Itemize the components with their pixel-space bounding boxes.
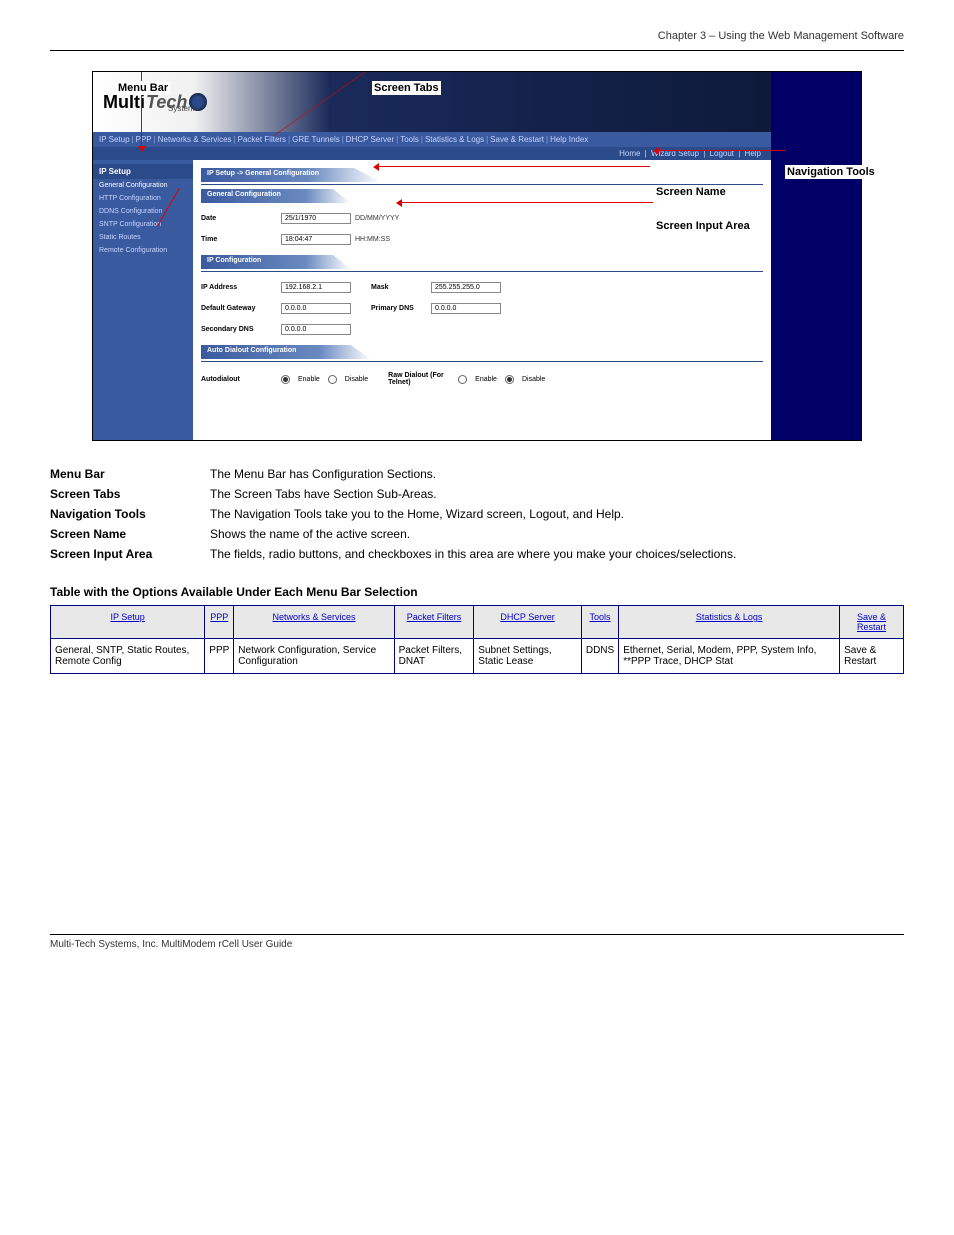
nav-item[interactable]: Statistics & Logs (425, 135, 484, 144)
overlay-screentabs: Screen Tabs (372, 81, 441, 95)
caption-label: Screen Input Area (50, 547, 210, 561)
table-cell: DDNS (581, 639, 618, 674)
caption-text: The Screen Tabs have Section Sub-Areas. (210, 487, 904, 501)
caption-label: Menu Bar (50, 467, 210, 481)
caption-text: The fields, radio buttons, and checkboxe… (210, 547, 904, 561)
section-header-general: General Configuration (201, 189, 351, 203)
overlay-screenname: Screen Name (654, 185, 728, 199)
sidebar-item[interactable]: DDNS Configuration (93, 205, 193, 218)
date-input[interactable] (281, 213, 351, 224)
table-header: Packet Filters (394, 606, 474, 639)
nav-item[interactable]: Save & Restart (490, 135, 544, 144)
screenshot-panel: Multi Tech Systems IP Setup| PPP| Networ… (92, 71, 862, 441)
auto-disable-radio[interactable] (328, 375, 337, 384)
enable-text2: Enable (475, 376, 497, 383)
time-label: Time (201, 236, 281, 243)
overlay-navtools: Navigation Tools (785, 165, 877, 179)
right-panel (771, 72, 861, 440)
footer-text: Multi-Tech Systems, Inc. MultiModem rCel… (50, 939, 904, 950)
caption-label: Navigation Tools (50, 507, 210, 521)
raw-disable-radio[interactable] (505, 375, 514, 384)
sidebar-header: IP Setup (93, 164, 193, 179)
table-cell: General, SNTP, Static Routes, Remote Con… (51, 639, 205, 674)
nav-item[interactable]: GRE Tunnels (292, 135, 340, 144)
table-cell: PPP (205, 639, 234, 674)
sdns-input[interactable] (281, 324, 351, 335)
mask-input[interactable] (431, 282, 501, 293)
ip-label: IP Address (201, 284, 281, 291)
nav-item[interactable]: Packet Filters (238, 135, 286, 144)
pdns-label: Primary DNS (371, 305, 431, 312)
nav-item[interactable]: DHCP Server (346, 135, 394, 144)
subnav-home[interactable]: Home (619, 149, 640, 158)
arrow-icon (655, 150, 785, 151)
nav-item[interactable]: IP Setup (99, 135, 130, 144)
screen-tabs-sidebar: IP Setup General Configuration HTTP Conf… (93, 160, 193, 440)
enable-text: Enable (298, 376, 320, 383)
pdns-input[interactable] (431, 303, 501, 314)
table-header: PPP (205, 606, 234, 639)
caption-label: Screen Tabs (50, 487, 210, 501)
arrow-icon (398, 202, 653, 203)
nav-item[interactable]: Help Index (550, 135, 588, 144)
table-header: Tools (581, 606, 618, 639)
nav-item[interactable]: Tools (400, 135, 419, 144)
caption-text: The Menu Bar has Configuration Sections. (210, 467, 904, 481)
ip-input[interactable] (281, 282, 351, 293)
navigation-tools: Home | Wizard Setup | Logout | Help (93, 147, 771, 160)
arrow-icon (375, 166, 650, 167)
table-cell: Ethernet, Serial, Modem, PPP, System Inf… (619, 639, 840, 674)
auto-label: Autodialout (201, 376, 281, 383)
overlay-inputarea: Screen Input Area (654, 219, 752, 233)
table-cell: Network Configuration, Service Configura… (234, 639, 394, 674)
overlay-menubar: Menu Bar (116, 81, 170, 95)
caption-text: The Navigation Tools take you to the Hom… (210, 507, 904, 521)
mask-label: Mask (371, 284, 431, 291)
table-cell: Packet Filters, DNAT (394, 639, 474, 674)
screen-name: IP Setup -> General Configuration (201, 168, 381, 182)
sidebar-item[interactable]: Static Routes (93, 231, 193, 244)
table-header: Statistics & Logs (619, 606, 840, 639)
menu-bar[interactable]: IP Setup| PPP| Networks & Services| Pack… (93, 132, 771, 147)
table-header: IP Setup (51, 606, 205, 639)
gw-input[interactable] (281, 303, 351, 314)
date-hint: DD/MM/YYYY (355, 215, 399, 222)
sidebar-item[interactable]: Remote Configuration (93, 244, 193, 257)
nav-item[interactable]: Networks & Services (158, 135, 232, 144)
section-header-auto: Auto Dialout Configuration (201, 345, 371, 359)
disable-text: Disable (345, 376, 368, 383)
sdns-label: Secondary DNS (201, 326, 281, 333)
table-title: Table with the Options Available Under E… (50, 585, 904, 599)
config-table: IP Setup PPP Networks & Services Packet … (50, 605, 904, 674)
table-cell: Subnet Settings, Static Lease (474, 639, 582, 674)
table-cell: Save & Restart (840, 639, 904, 674)
caption-text: Shows the name of the active screen. (210, 527, 904, 541)
table-header: Networks & Services (234, 606, 394, 639)
section-header-ip: IP Configuration (201, 255, 351, 269)
caption-label: Screen Name (50, 527, 210, 541)
table-header: Save & Restart (840, 606, 904, 639)
gw-label: Default Gateway (201, 305, 281, 312)
page-header: Chapter 3 – Using the Web Management Sof… (50, 30, 904, 42)
disable-text2: Disable (522, 376, 545, 383)
nav-item[interactable]: PPP (136, 135, 152, 144)
time-hint: HH:MM:SS (355, 236, 390, 243)
auto-enable-radio[interactable] (281, 375, 290, 384)
raw-label: Raw Dialout (For Telnet) (388, 372, 458, 386)
sidebar-item[interactable]: HTTP Configuration (93, 192, 193, 205)
raw-enable-radio[interactable] (458, 375, 467, 384)
date-label: Date (201, 215, 281, 222)
logo-systems: Systems (168, 104, 199, 113)
table-header: DHCP Server (474, 606, 582, 639)
captions: Menu BarThe Menu Bar has Configuration S… (50, 467, 904, 561)
sidebar-item[interactable]: SNTP Configuration (93, 218, 193, 231)
time-input[interactable] (281, 234, 351, 245)
